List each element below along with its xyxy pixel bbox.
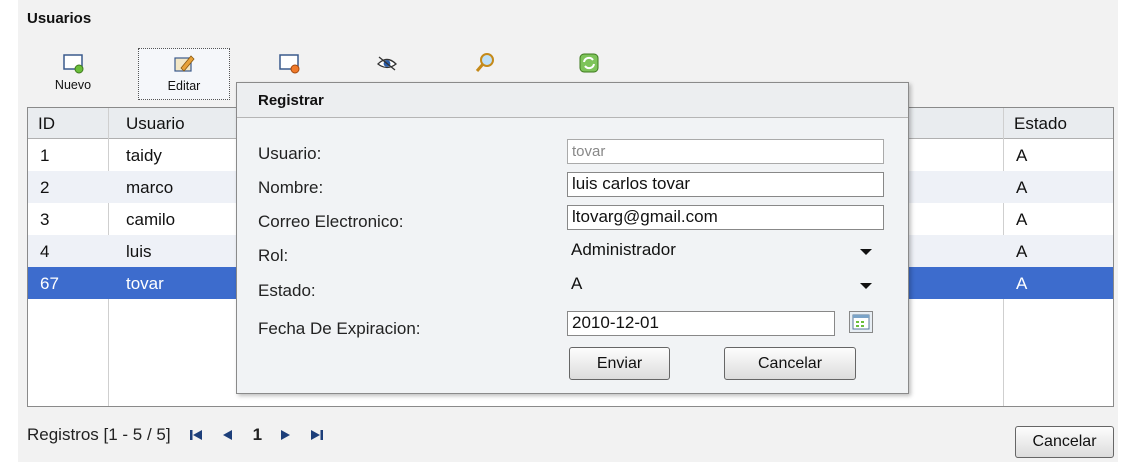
expiry-date-field[interactable]: 2010-12-01 bbox=[567, 311, 835, 336]
state-value: A bbox=[571, 274, 583, 293]
cell-id: 3 bbox=[40, 210, 50, 229]
cell-id: 1 bbox=[40, 146, 50, 165]
search-icon bbox=[475, 53, 494, 72]
state-select[interactable]: A bbox=[567, 273, 884, 298]
current-page: 1 bbox=[252, 425, 263, 444]
user-label: Usuario: bbox=[258, 144, 322, 163]
previous-page-icon[interactable] bbox=[221, 428, 233, 442]
register-dialog: Registrar Usuario: tovar Nombre: luis ca… bbox=[236, 82, 909, 394]
edit-button[interactable]: Editar bbox=[138, 48, 230, 100]
cell-user: taidy bbox=[126, 146, 162, 165]
role-label: Rol: bbox=[258, 246, 289, 265]
footer-cancel-button[interactable]: Cancelar bbox=[1015, 426, 1114, 458]
edit-icon bbox=[174, 55, 195, 72]
cell-user: marco bbox=[126, 178, 174, 197]
cell-state: A bbox=[1016, 210, 1028, 229]
name-field[interactable]: luis carlos tovar bbox=[567, 172, 884, 197]
cell-state: A bbox=[1016, 242, 1028, 261]
first-page-icon[interactable] bbox=[189, 428, 203, 442]
email-label: Correo Electronico: bbox=[258, 212, 404, 231]
dialog-title: Registrar bbox=[258, 92, 324, 109]
state-label: Estado: bbox=[258, 281, 316, 300]
chevron-down-icon bbox=[860, 249, 872, 255]
new-button[interactable]: Nuevo bbox=[30, 48, 116, 100]
cell-user: tovar bbox=[126, 274, 164, 293]
calendar-icon bbox=[852, 314, 870, 330]
next-page-icon[interactable] bbox=[280, 428, 292, 442]
cell-user: luis bbox=[126, 242, 152, 261]
role-value: Administrador bbox=[571, 240, 676, 259]
new-label: Nuevo bbox=[54, 78, 92, 92]
chevron-down-icon bbox=[860, 283, 872, 289]
cell-state: A bbox=[1016, 178, 1028, 197]
submit-button[interactable]: Enviar bbox=[569, 347, 670, 380]
column-header-user[interactable]: Usuario bbox=[126, 114, 185, 134]
last-page-icon[interactable] bbox=[310, 428, 324, 442]
cell-id: 67 bbox=[40, 274, 59, 293]
refresh-icon bbox=[579, 53, 599, 73]
dialog-cancel-button[interactable]: Cancelar bbox=[724, 347, 856, 380]
name-label: Nombre: bbox=[258, 178, 324, 197]
email-field[interactable]: ltovarg@gmail.com bbox=[567, 205, 884, 230]
user-field: tovar bbox=[567, 139, 884, 164]
cell-id: 4 bbox=[40, 242, 50, 261]
cell-id: 2 bbox=[40, 178, 50, 197]
cell-state: A bbox=[1016, 274, 1028, 293]
cell-user: camilo bbox=[126, 210, 176, 229]
expiry-label: Fecha De Expiracion: bbox=[258, 319, 421, 338]
role-select[interactable]: Administrador bbox=[567, 239, 884, 264]
eye-icon bbox=[377, 56, 397, 71]
record-summary: Registros [1 - 5 / 5] bbox=[27, 425, 171, 444]
column-header-id[interactable]: ID bbox=[38, 114, 55, 134]
delete-icon bbox=[279, 54, 300, 74]
edit-label: Editar bbox=[167, 79, 201, 93]
cell-state: A bbox=[1016, 146, 1028, 165]
column-header-state[interactable]: Estado bbox=[1014, 114, 1067, 134]
calendar-button[interactable] bbox=[849, 311, 873, 333]
panel-title: Usuarios bbox=[27, 10, 92, 27]
new-icon bbox=[63, 54, 84, 74]
pager: Registros [1 - 5 / 5] 1 bbox=[27, 425, 324, 445]
dialog-titlebar[interactable]: Registrar bbox=[237, 83, 908, 118]
